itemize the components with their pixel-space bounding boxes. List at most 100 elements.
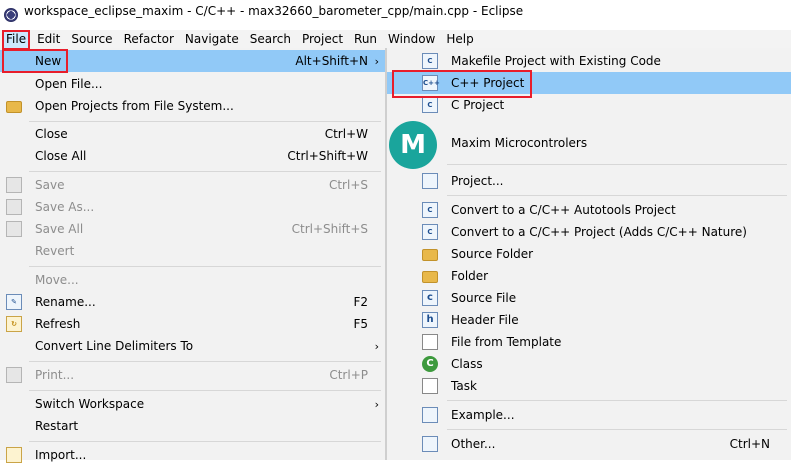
rename-icon: ✎ [6,294,22,310]
menu-separator [29,121,381,122]
menu-item-shortcut: Ctrl+P [329,368,368,382]
save-all-icon [6,221,22,237]
menu-item-revert[interactable]: Revert [0,240,385,262]
menu-navigate[interactable]: Navigate [181,30,243,48]
cproject-icon: C [422,97,438,113]
menu-item-shortcut: Ctrl+S [328,178,368,192]
folder-icon [422,271,438,283]
menu-item-shortcut: F5 [353,317,368,331]
submenu-item-makefile-project[interactable]: C Makefile Project with Existing Code [387,50,791,72]
submenu-item-source-file[interactable]: c Source File [387,287,791,309]
submenu-item-label: Folder [451,269,489,283]
menu-item-label: Open File... [35,77,103,91]
menu-item-label: Save All [35,222,84,236]
submenu-item-label: Task [451,379,477,393]
menu-item-shortcut: Ctrl+Shift+W [287,149,368,163]
menu-bar: File Edit Source Refactor Navigate Searc… [0,30,791,48]
task-icon [422,378,438,394]
annotation-box-cpp-project [392,70,532,98]
menu-item-open-projects[interactable]: Open Projects from File System... [0,95,385,117]
menu-separator [447,195,787,196]
annotation-box-file [2,30,30,50]
submenu-arrow-icon: › [374,339,379,353]
menu-item-shortcut: Ctrl+W [324,127,368,141]
menu-separator [447,400,787,401]
folder-icon [6,101,22,113]
submenu-item-file-from-template[interactable]: File from Template [387,331,791,353]
submenu-item-convert-autotools[interactable]: C Convert to a C/C++ Autotools Project [387,199,791,221]
source-folder-icon [422,249,438,261]
submenu-item-header-file[interactable]: h Header File [387,309,791,331]
menu-item-save[interactable]: Save Ctrl+S [0,174,385,196]
menu-item-save-as[interactable]: Save As... [0,196,385,218]
menu-item-label: Save [35,178,65,192]
menu-project[interactable]: Project [298,30,347,48]
menu-item-label: Refresh [35,317,81,331]
menu-item-shortcut: Alt+Shift+N [295,54,368,68]
menu-item-save-all[interactable]: Save All Ctrl+Shift+S [0,218,385,240]
submenu-item-label: Example... [451,408,515,422]
menu-item-open-file[interactable]: Open File... [0,73,385,95]
menu-run[interactable]: Run [350,30,381,48]
menu-item-move[interactable]: Move... [0,269,385,291]
header-file-icon: h [422,312,438,328]
submenu-item-maxim[interactable]: Maxim Microcontrolers [387,132,791,154]
menu-item-restart[interactable]: Restart [0,415,385,437]
menu-item-close[interactable]: Close Ctrl+W [0,123,385,145]
submenu-item-label: C Project [451,98,505,112]
other-icon [422,436,438,452]
maxim-logo: M [389,121,437,169]
menu-separator [29,441,381,442]
menu-separator [447,429,787,430]
submenu-item-label: Convert to a C/C++ Project (Adds C/C++ N… [451,225,747,239]
menu-item-label: Open Projects from File System... [35,99,234,113]
submenu-item-example[interactable]: Example... [387,404,791,426]
menu-source[interactable]: Source [67,30,116,48]
menu-search[interactable]: Search [246,30,295,48]
menu-item-rename[interactable]: ✎ Rename... F2 [0,291,385,313]
menu-separator [29,361,381,362]
menu-edit[interactable]: Edit [33,30,64,48]
menu-help[interactable]: Help [442,30,477,48]
source-file-icon: c [422,290,438,306]
menu-separator [29,266,381,267]
menu-item-close-all[interactable]: Close All Ctrl+Shift+W [0,145,385,167]
submenu-item-task[interactable]: Task [387,375,791,397]
menu-item-label: Restart [35,419,79,433]
example-icon [422,407,438,423]
menu-item-switch-workspace[interactable]: Switch Workspace › [0,393,385,415]
menu-item-label: Rename... [35,295,96,309]
submenu-arrow-icon: › [374,54,379,68]
print-icon [6,367,22,383]
submenu-item-source-folder[interactable]: Source Folder [387,243,791,265]
menu-item-print[interactable]: Print... Ctrl+P [0,364,385,386]
submenu-item-label: Header File [451,313,519,327]
cproject-icon: C [422,53,438,69]
submenu-item-convert-cproject[interactable]: C Convert to a C/C++ Project (Adds C/C++… [387,221,791,243]
menu-item-label: Close [35,127,68,141]
project-icon [422,173,438,189]
menu-item-convert-line-delimiters[interactable]: Convert Line Delimiters To › [0,335,385,357]
menu-window[interactable]: Window [384,30,439,48]
menu-item-label: Close All [35,149,87,163]
submenu-arrow-icon: › [374,397,379,411]
menu-item-import[interactable]: Import... [0,444,385,466]
submenu-item-project[interactable]: Project... [387,170,791,192]
menu-item-refresh[interactable]: ↻ Refresh F5 [0,313,385,335]
menu-separator [447,164,787,165]
menu-item-label: Print... [35,368,75,382]
class-icon: C [422,356,438,372]
submenu-item-label: Makefile Project with Existing Code [451,54,661,68]
submenu-item-class[interactable]: C Class [387,353,791,375]
menu-separator [29,171,381,172]
menu-refactor[interactable]: Refactor [120,30,178,48]
menu-item-shortcut: F2 [353,295,368,309]
new-submenu: C Makefile Project with Existing Code C+… [386,48,791,460]
submenu-item-other[interactable]: Other... Ctrl+N [387,433,791,455]
menu-item-label: Move... [35,273,79,287]
menu-separator [29,390,381,391]
submenu-item-label: Convert to a C/C++ Autotools Project [451,203,676,217]
convert-icon: C [422,224,438,240]
submenu-item-folder[interactable]: Folder [387,265,791,287]
file-menu: New Alt+Shift+N › Open File... Open Proj… [0,48,386,463]
